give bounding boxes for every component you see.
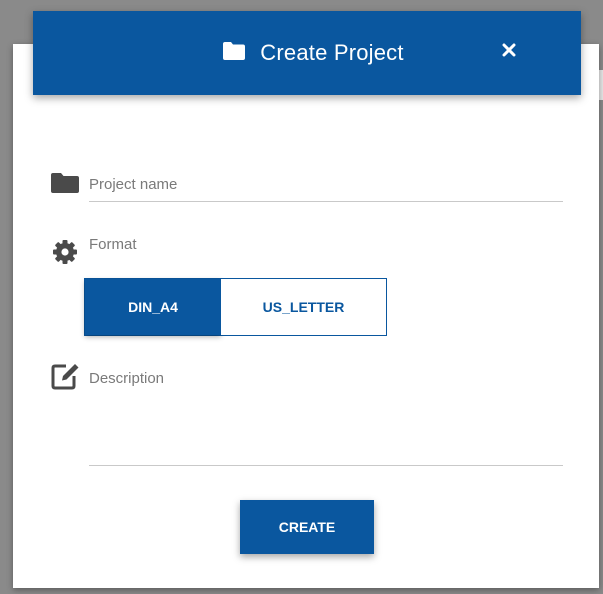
gear-icon [50,239,80,265]
description-underline [89,465,563,466]
create-button[interactable]: CREATE [240,500,374,554]
folder-icon [222,41,246,66]
format-row: Format [50,235,137,265]
format-option-din-a4[interactable]: DIN_A4 [85,279,221,335]
close-icon[interactable] [502,43,516,62]
description-input[interactable]: Description [89,370,164,387]
project-name-row: Project name [50,170,177,196]
project-name-underline [89,201,563,202]
dialog-title-group: Create Project [222,40,404,66]
dialog-title: Create Project [260,40,404,65]
close-button[interactable] [497,40,521,64]
format-option-us-letter[interactable]: US_LETTER [221,279,386,335]
project-name-input[interactable]: Project name [89,176,177,193]
description-row: Description [50,361,164,391]
dialog-header: Create Project [33,11,581,95]
edit-icon [50,361,80,391]
format-toggle: DIN_A4 US_LETTER [84,278,387,336]
format-label: Format [89,236,137,253]
folder-icon [50,170,80,196]
